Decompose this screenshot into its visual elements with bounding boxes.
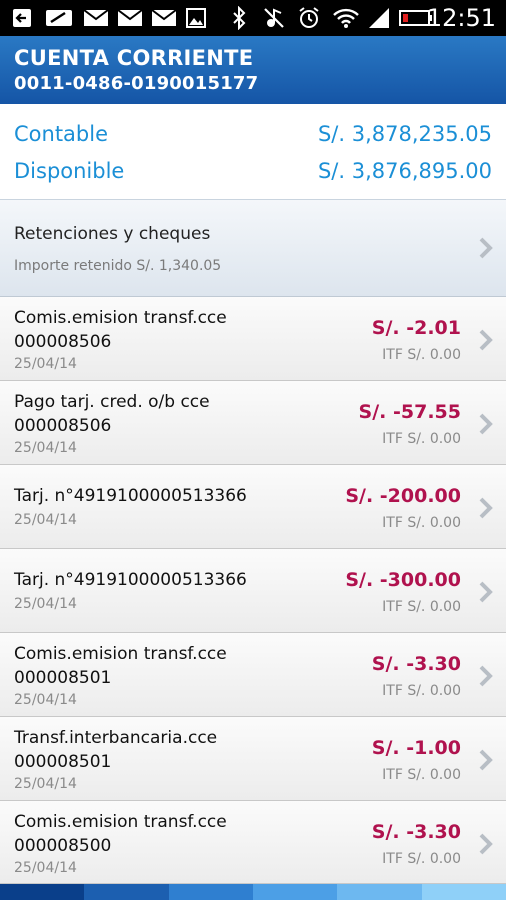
transaction-description: Tarj. n°4919100000513366 (14, 568, 314, 592)
account-number: 0011-0486-0190015177 (14, 73, 259, 94)
transaction-itf: ITF S/. 0.00 (382, 347, 461, 363)
transaction-itf: ITF S/. 0.00 (382, 515, 461, 531)
transaction-amount: S/. -3.30 (371, 653, 461, 675)
bottom-bar (0, 884, 506, 900)
transaction-description: Tarj. n°4919100000513366 (14, 484, 314, 508)
bottom-bar-segment (0, 884, 85, 900)
description-line-2: 000008506 (14, 332, 112, 352)
description-line-1: Tarj. n°4919100000513366 (14, 570, 247, 590)
transaction-row[interactable]: Tarj. n°4919100000513366 25/04/14 S/. -2… (0, 465, 506, 549)
transaction-description: Comis.emision transf.cce 000008501 (14, 642, 314, 690)
status-bar: 12:51 (0, 0, 506, 36)
transaction-date: 25/04/14 (14, 692, 77, 708)
wifi-icon (332, 6, 360, 30)
transaction-amount: S/. -200.00 (345, 485, 461, 507)
transaction-row[interactable]: Comis.emision transf.cce 000008500 25/04… (0, 801, 506, 884)
transaction-row[interactable]: Comis.emision transf.cce 000008506 25/04… (0, 297, 506, 381)
bluetooth-icon (228, 6, 250, 30)
transaction-itf: ITF S/. 0.00 (382, 683, 461, 699)
bottom-bar-segment (337, 884, 422, 900)
transaction-amount: S/. -2.01 (371, 317, 461, 339)
retenciones-subtitle: Importe retenido S/. 1,340.05 (14, 258, 222, 274)
transaction-date: 25/04/14 (14, 356, 77, 372)
mail-icon (150, 6, 178, 30)
bottom-bar-segment (168, 884, 253, 900)
description-line-1: Transf.interbancaria.cce (14, 728, 218, 748)
transaction-date: 25/04/14 (14, 596, 77, 612)
description-line-1: Pago tarj. cred. o/b cce (14, 392, 210, 412)
retenciones-row[interactable]: Retenciones y cheques Importe retenido S… (0, 200, 506, 297)
description-line-1: Tarj. n°4919100000513366 (14, 486, 247, 506)
transaction-row[interactable]: Pago tarj. cred. o/b cce 000008506 25/04… (0, 381, 506, 465)
contable-row: Contable S/. 3,878,235.05 (14, 119, 492, 149)
transaction-row[interactable]: Tarj. n°4919100000513366 25/04/14 S/. -3… (0, 549, 506, 633)
disponible-label: Disponible (14, 159, 125, 183)
transaction-itf: ITF S/. 0.00 (382, 599, 461, 615)
transaction-row[interactable]: Transf.interbancaria.cce 000008501 25/04… (0, 717, 506, 801)
transaction-description: Comis.emision transf.cce 000008500 (14, 810, 314, 858)
retenciones-title: Retenciones y cheques (14, 224, 211, 244)
mail-icon (82, 6, 110, 30)
back-arrow-icon (10, 6, 34, 30)
description-line-2: 000008506 (14, 416, 112, 436)
transaction-row[interactable]: Comis.emision transf.cce 000008501 25/04… (0, 633, 506, 717)
account-header: CUENTA CORRIENTE 0011-0486-0190015177 (0, 36, 506, 104)
transaction-date: 25/04/14 (14, 512, 77, 528)
chevron-right-icon (479, 497, 493, 519)
description-line-1: Comis.emision transf.cce (14, 812, 227, 832)
bottom-bar-segment (421, 884, 506, 900)
transaction-amount: S/. -300.00 (345, 569, 461, 591)
description-line-2: 000008501 (14, 668, 112, 688)
chevron-right-icon (479, 581, 493, 603)
description-line-2: 000008501 (14, 752, 112, 772)
disponible-value: S/. 3,876,895.00 (317, 159, 492, 183)
disponible-row: Disponible S/. 3,876,895.00 (14, 156, 492, 186)
chevron-right-icon (479, 665, 493, 687)
gallery-icon (184, 6, 208, 30)
mail-icon (116, 6, 144, 30)
transaction-itf: ITF S/. 0.00 (382, 431, 461, 447)
transaction-description: Transf.interbancaria.cce 000008501 (14, 726, 314, 774)
transaction-description: Comis.emision transf.cce 000008506 (14, 306, 314, 354)
image-icon (44, 6, 74, 30)
transaction-description: Pago tarj. cred. o/b cce 000008506 (14, 390, 314, 438)
signal-icon (366, 6, 392, 30)
transaction-amount: S/. -3.30 (371, 821, 461, 843)
transaction-date: 25/04/14 (14, 776, 77, 792)
bottom-bar-segment (84, 884, 169, 900)
contable-value: S/. 3,878,235.05 (317, 122, 492, 146)
balances-panel: Contable S/. 3,878,235.05 Disponible S/.… (0, 104, 506, 200)
description-line-2: 000008500 (14, 836, 112, 856)
transaction-date: 25/04/14 (14, 860, 77, 876)
mute-icon (262, 6, 286, 30)
description-line-1: Comis.emision transf.cce (14, 644, 227, 664)
contable-label: Contable (14, 122, 109, 146)
description-line-1: Comis.emision transf.cce (14, 308, 227, 328)
transaction-itf: ITF S/. 0.00 (382, 851, 461, 867)
chevron-right-icon (479, 237, 493, 259)
chevron-right-icon (479, 413, 493, 435)
transaction-amount: S/. -1.00 (371, 737, 461, 759)
chevron-right-icon (479, 329, 493, 351)
transaction-itf: ITF S/. 0.00 (382, 767, 461, 783)
transaction-date: 25/04/14 (14, 440, 77, 456)
page-title: CUENTA CORRIENTE (14, 46, 254, 70)
chevron-right-icon (479, 749, 493, 771)
alarm-icon (296, 6, 322, 30)
bottom-bar-segment (252, 884, 338, 900)
transaction-amount: S/. -57.55 (358, 401, 461, 423)
clock: 12:51 (426, 4, 496, 32)
chevron-right-icon (479, 833, 493, 855)
